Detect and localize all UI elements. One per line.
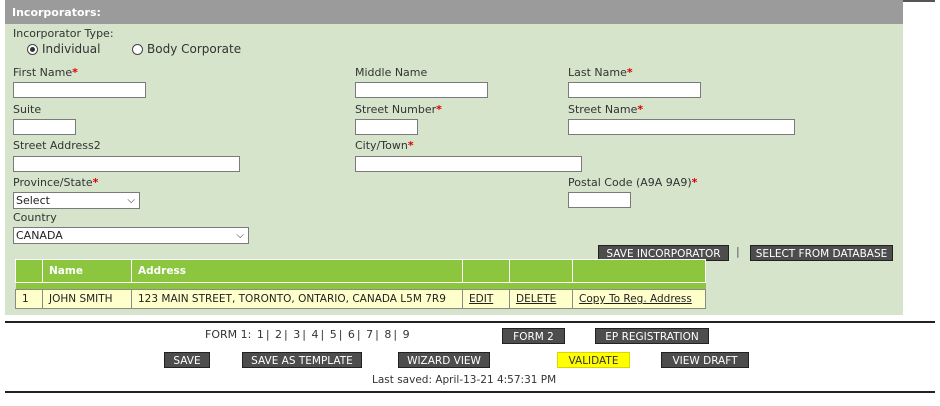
col-header-address: Address [131,259,463,283]
copy-to-reg-address-link[interactable]: Copy To Reg. Address [579,293,692,305]
street-number-label: Street Number* [355,103,442,116]
postal-code-input[interactable] [568,192,631,208]
form-nav-page-8[interactable]: 8 [384,328,391,341]
col-header-number [15,259,43,283]
country-select-value: CANADA [16,229,63,242]
form2-button[interactable]: FORM 2 [502,328,565,344]
street-number-input[interactable] [355,119,418,135]
province-select[interactable]: Select ⌵ [13,192,140,209]
province-label: Province/State* [13,176,99,189]
body-corporate-radio-label: Body Corporate [147,42,242,56]
row-name: JOHN SMITH [42,289,132,309]
view-draft-button[interactable]: VIEW DRAFT [661,352,749,368]
street-name-input[interactable] [568,119,795,135]
last-name-input[interactable] [568,82,701,98]
col-header-delete [509,259,573,283]
delete-link[interactable]: DELETE [516,293,556,305]
form-nav-page-4[interactable]: 4 [311,328,318,341]
form-nav-page-9[interactable]: 9 [403,328,410,341]
edit-link[interactable]: EDIT [469,293,493,305]
button-divider: | [736,245,740,258]
country-label: Country [13,211,57,224]
last-saved-status: Last saved: April-13-21 4:57:31 PM [372,374,557,386]
form-nav-page-5[interactable]: 5 [330,328,337,341]
chevron-down-icon: ⌵ [127,195,135,206]
street-address2-label: Street Address2 [13,139,101,152]
section-title: Incorporators: [5,0,903,24]
individual-radio[interactable] [27,44,38,55]
first-name-label: First Name* [13,66,78,79]
country-select[interactable]: CANADA ⌵ [13,227,249,244]
street-address2-input[interactable] [13,156,240,172]
body-corporate-radio[interactable] [132,44,143,55]
chevron-down-icon: ⌵ [236,230,244,241]
form-nav-page-7[interactable]: 7 [366,328,373,341]
table-spacer-row [15,282,706,290]
ep-registration-button[interactable]: EP REGISTRATION [595,328,709,344]
city-input[interactable] [355,156,582,172]
individual-radio-label: Individual [42,42,101,56]
form-nav-page-3[interactable]: 3 [293,328,300,341]
suite-label: Suite [13,103,42,116]
incorporators-table: Name Address 1 JOHN SMITH 123 MAIN STREE… [15,259,706,309]
save-button[interactable]: SAVE [164,352,210,368]
form-nav-page-1[interactable]: 1 [257,328,264,341]
postal-code-label: Postal Code (A9A 9A9)* [568,176,698,189]
middle-name-input[interactable] [355,82,488,98]
footer-top-divider [5,321,935,323]
incorporator-type-label: Incorporator Type: [13,27,114,40]
table-row: 1 JOHN SMITH 123 MAIN STREET, TORONTO, O… [15,289,706,309]
first-name-input[interactable] [13,82,146,98]
last-name-label: Last Name* [568,66,633,79]
footer-bottom-divider [5,391,935,393]
form-page-nav: FORM 1: 1 | 2 | 3 | 4 | 5 | 6 | 7 | 8 | 9 [205,328,410,341]
city-label: City/Town* [355,139,414,152]
province-select-value: Select [16,194,50,207]
validate-button[interactable]: VALIDATE [557,352,630,368]
middle-name-label: Middle Name [355,66,428,79]
suite-input[interactable] [13,119,76,135]
row-address: 123 MAIN STREET, TORONTO, ONTARIO, CANAD… [131,289,463,309]
col-header-copy [572,259,706,283]
form-nav-label: FORM 1: [205,328,252,341]
col-header-edit [462,259,510,283]
col-header-name: Name [42,259,132,283]
select-from-database-button[interactable]: SELECT FROM DATABASE [750,245,893,261]
save-as-template-button[interactable]: SAVE AS TEMPLATE [242,352,362,368]
wizard-view-button[interactable]: WIZARD VIEW [398,352,490,368]
row-number: 1 [15,289,43,309]
form-nav-page-2[interactable]: 2 [275,328,282,341]
table-header-row: Name Address [15,259,706,283]
street-name-label: Street Name* [568,103,644,116]
form-nav-page-6[interactable]: 6 [348,328,355,341]
